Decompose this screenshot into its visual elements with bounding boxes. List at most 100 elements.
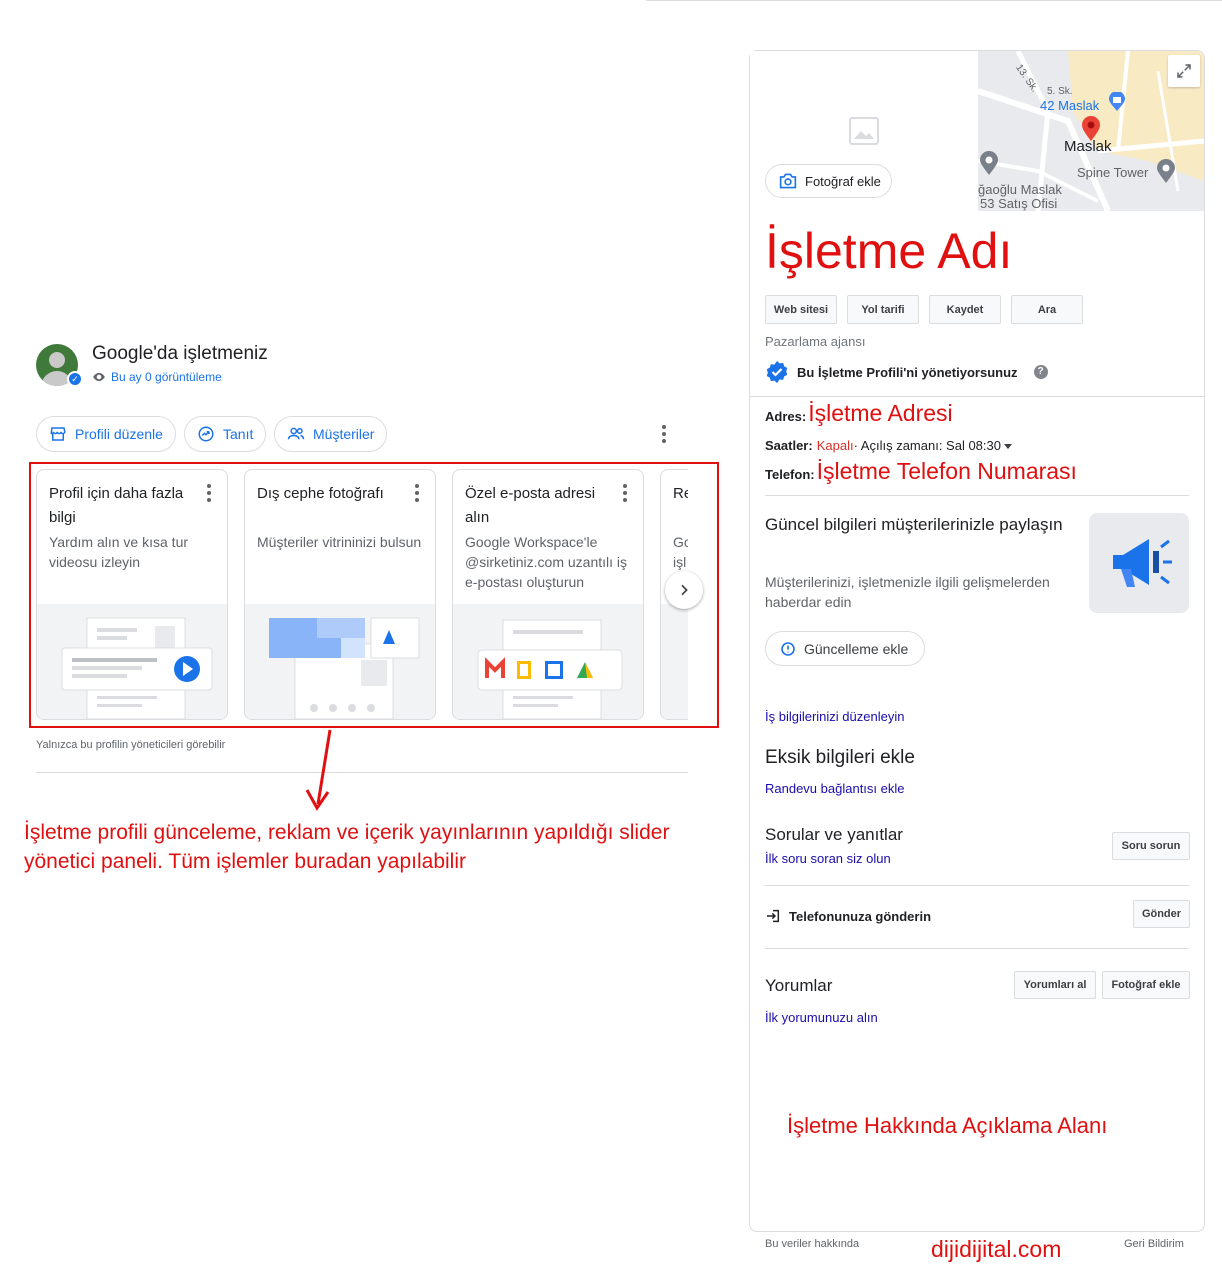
edit-business-info-link[interactable]: İş bilgilerinizi düzenleyin: [765, 709, 904, 724]
appointment-link[interactable]: Randevu bağlantısı ekle: [765, 781, 904, 796]
managed-profile-row: Bu İşletme Profili'ni yönetiyorsunuz ?: [765, 360, 1048, 384]
reviews-title: Yorumlar: [765, 976, 833, 995]
map-shopping-pin-icon: [1109, 92, 1125, 111]
map-street-label: 5. Sk.: [1047, 86, 1073, 97]
edit-profile-button[interactable]: Profili düzenle: [36, 416, 176, 452]
address-label: Adres:: [765, 409, 807, 424]
business-name: İşletme Adı: [765, 223, 1013, 279]
annotation-arrow-icon: [305, 729, 332, 811]
card-desc: Müşteriler vitrininizi bulsun: [257, 534, 422, 550]
panel-divider: [750, 396, 1204, 397]
panel-divider: [765, 495, 1189, 496]
send-to-phone-icon: [767, 909, 780, 923]
card-illustration: [245, 604, 435, 719]
promote-button[interactable]: Tanıt: [184, 416, 267, 452]
get-reviews-button[interactable]: Yorumları al: [1014, 971, 1096, 999]
map-poi-pin-icon: [1157, 159, 1175, 183]
card-custom-email[interactable]: Özel e-posta adresi alın Google Workspac…: [452, 469, 644, 720]
card-profile-info[interactable]: Profil için daha fazla bilgi Yardım alın…: [36, 469, 228, 720]
add-update-label: Güncelleme ekle: [804, 640, 909, 657]
panel-divider: [765, 948, 1189, 949]
map-center-label: Maslak: [1064, 138, 1112, 155]
brand-watermark: dijidijital.com: [931, 1236, 1062, 1262]
chevron-right-icon: [681, 584, 688, 596]
hours-open-time: · Açılış zamanı: Sal 08:30: [853, 438, 1001, 453]
first-review-link[interactable]: İlk yorumunuzu alın: [765, 1010, 878, 1025]
annotation-caption: İşletme profili günceleme, reklam ve içe…: [24, 821, 670, 873]
left-divider: [36, 772, 688, 773]
card-menu-icon[interactable]: [207, 484, 211, 502]
verified-icon: [766, 361, 788, 383]
card-title: Profil için daha fazla bilgi: [49, 485, 184, 526]
views-text: Bu ay 0 görüntüleme: [111, 370, 222, 384]
trending-icon: [198, 426, 214, 442]
website-button[interactable]: Web sitesi: [765, 295, 837, 324]
map-poi-pin-icon: [980, 151, 998, 175]
card-illustration: [453, 604, 643, 719]
about-area-annotation: İşletme Hakkında Açıklama Alanı: [787, 1113, 1108, 1138]
card-desc-2: işl: [673, 554, 687, 570]
caret-down-icon[interactable]: [1003, 441, 1013, 451]
customers-label: Müşteriler: [313, 426, 375, 442]
help-icon[interactable]: ?: [1033, 365, 1048, 379]
address-row: Adres: İşletme Adresi: [765, 400, 953, 427]
send-button[interactable]: Gönder: [1133, 900, 1190, 928]
add-photo-review-button[interactable]: Fotoğraf ekle: [1102, 971, 1190, 999]
card-title: Dış cephe fotoğrafı: [257, 485, 384, 502]
card-exterior-photo[interactable]: Dış cephe fotoğrafı Müşteriler vitrinini…: [244, 469, 436, 720]
verified-badge-icon: ✓: [67, 371, 83, 387]
address-value[interactable]: İşletme Adresi: [808, 400, 952, 427]
about-data-link[interactable]: Bu veriler hakkında: [765, 1238, 859, 1250]
save-button[interactable]: Kaydet: [929, 295, 1001, 324]
send-to-phone-label: Telefonunuza gönderin: [789, 908, 932, 924]
ask-question-button[interactable]: Soru sorun: [1112, 832, 1190, 860]
card-desc: Google Workspace'le @sirketiniz.com uzan…: [465, 534, 628, 590]
hours-row[interactable]: Saatler: Kapalı · Açılış zamanı: Sal 08:…: [765, 438, 1013, 453]
qa-title: Sorular ve yanıtlar: [765, 825, 903, 844]
send-to-phone-row[interactable]: Telefonunuza gönderin: [765, 908, 931, 924]
edit-profile-label: Profili düzenle: [75, 426, 163, 442]
panel-divider: [765, 885, 1189, 886]
add-photo-button[interactable]: Fotoğraf ekle: [765, 164, 892, 198]
missing-info-title: Eksik bilgileri ekle: [765, 747, 915, 768]
card-menu-icon[interactable]: [415, 484, 419, 502]
card-illustration: [37, 604, 227, 719]
camera-add-icon: [779, 173, 797, 189]
expand-map-button[interactable]: [1168, 55, 1200, 87]
phone-row: Telefon: İşletme Telefon Numarası: [765, 458, 1077, 485]
image-placeholder-icon: [849, 117, 879, 145]
map-poi-label: ğaoğlu Maslak: [978, 182, 1062, 197]
map-poi-label: 42 Maslak: [1040, 98, 1100, 113]
hours-label: Saatler:: [765, 438, 813, 453]
card-illustration: [661, 604, 688, 719]
map-poi-label: 53 Satış Ofisi: [980, 196, 1058, 211]
card-title: Özel e-posta adresi alın: [465, 485, 596, 526]
eye-icon: [93, 372, 105, 382]
update-add-icon: [781, 641, 795, 656]
card-desc: Yardım alın ve kısa tur videosu izleyin: [49, 534, 189, 570]
feedback-link[interactable]: Geri Bildirim: [1124, 1238, 1184, 1250]
first-question-link[interactable]: İlk soru soran siz olun: [765, 851, 891, 866]
card-title: Re: [673, 485, 688, 502]
directions-button[interactable]: Yol tarifi: [847, 295, 919, 324]
phone-value[interactable]: İşletme Telefon Numarası: [817, 458, 1077, 485]
call-button[interactable]: Ara: [1011, 295, 1083, 324]
views-count[interactable]: Bu ay 0 görüntüleme: [92, 370, 222, 384]
megaphone-icon: [1089, 513, 1189, 613]
people-icon: [287, 427, 305, 440]
customers-button[interactable]: Müşteriler: [274, 416, 388, 452]
business-category: Pazarlama ajansı: [765, 334, 866, 349]
promote-label: Tanıt: [223, 426, 254, 442]
more-options-icon[interactable]: [654, 422, 674, 446]
hours-status: Kapalı: [816, 438, 854, 453]
admins-only-note: Yalnızca bu profilin yöneticileri görebi…: [36, 739, 226, 751]
top-divider: [646, 0, 1222, 1]
slider-next-button[interactable]: [665, 571, 703, 609]
map-poi-label: Spine Tower: [1077, 165, 1149, 180]
card-desc-1: Gc: [673, 534, 688, 550]
phone-label: Telefon:: [765, 467, 815, 482]
card-menu-icon[interactable]: [623, 484, 627, 502]
expand-icon: [1177, 64, 1191, 78]
managed-text: Bu İşletme Profili'ni yönetiyorsunuz: [797, 364, 1018, 380]
add-update-button[interactable]: Güncelleme ekle: [765, 631, 926, 666]
